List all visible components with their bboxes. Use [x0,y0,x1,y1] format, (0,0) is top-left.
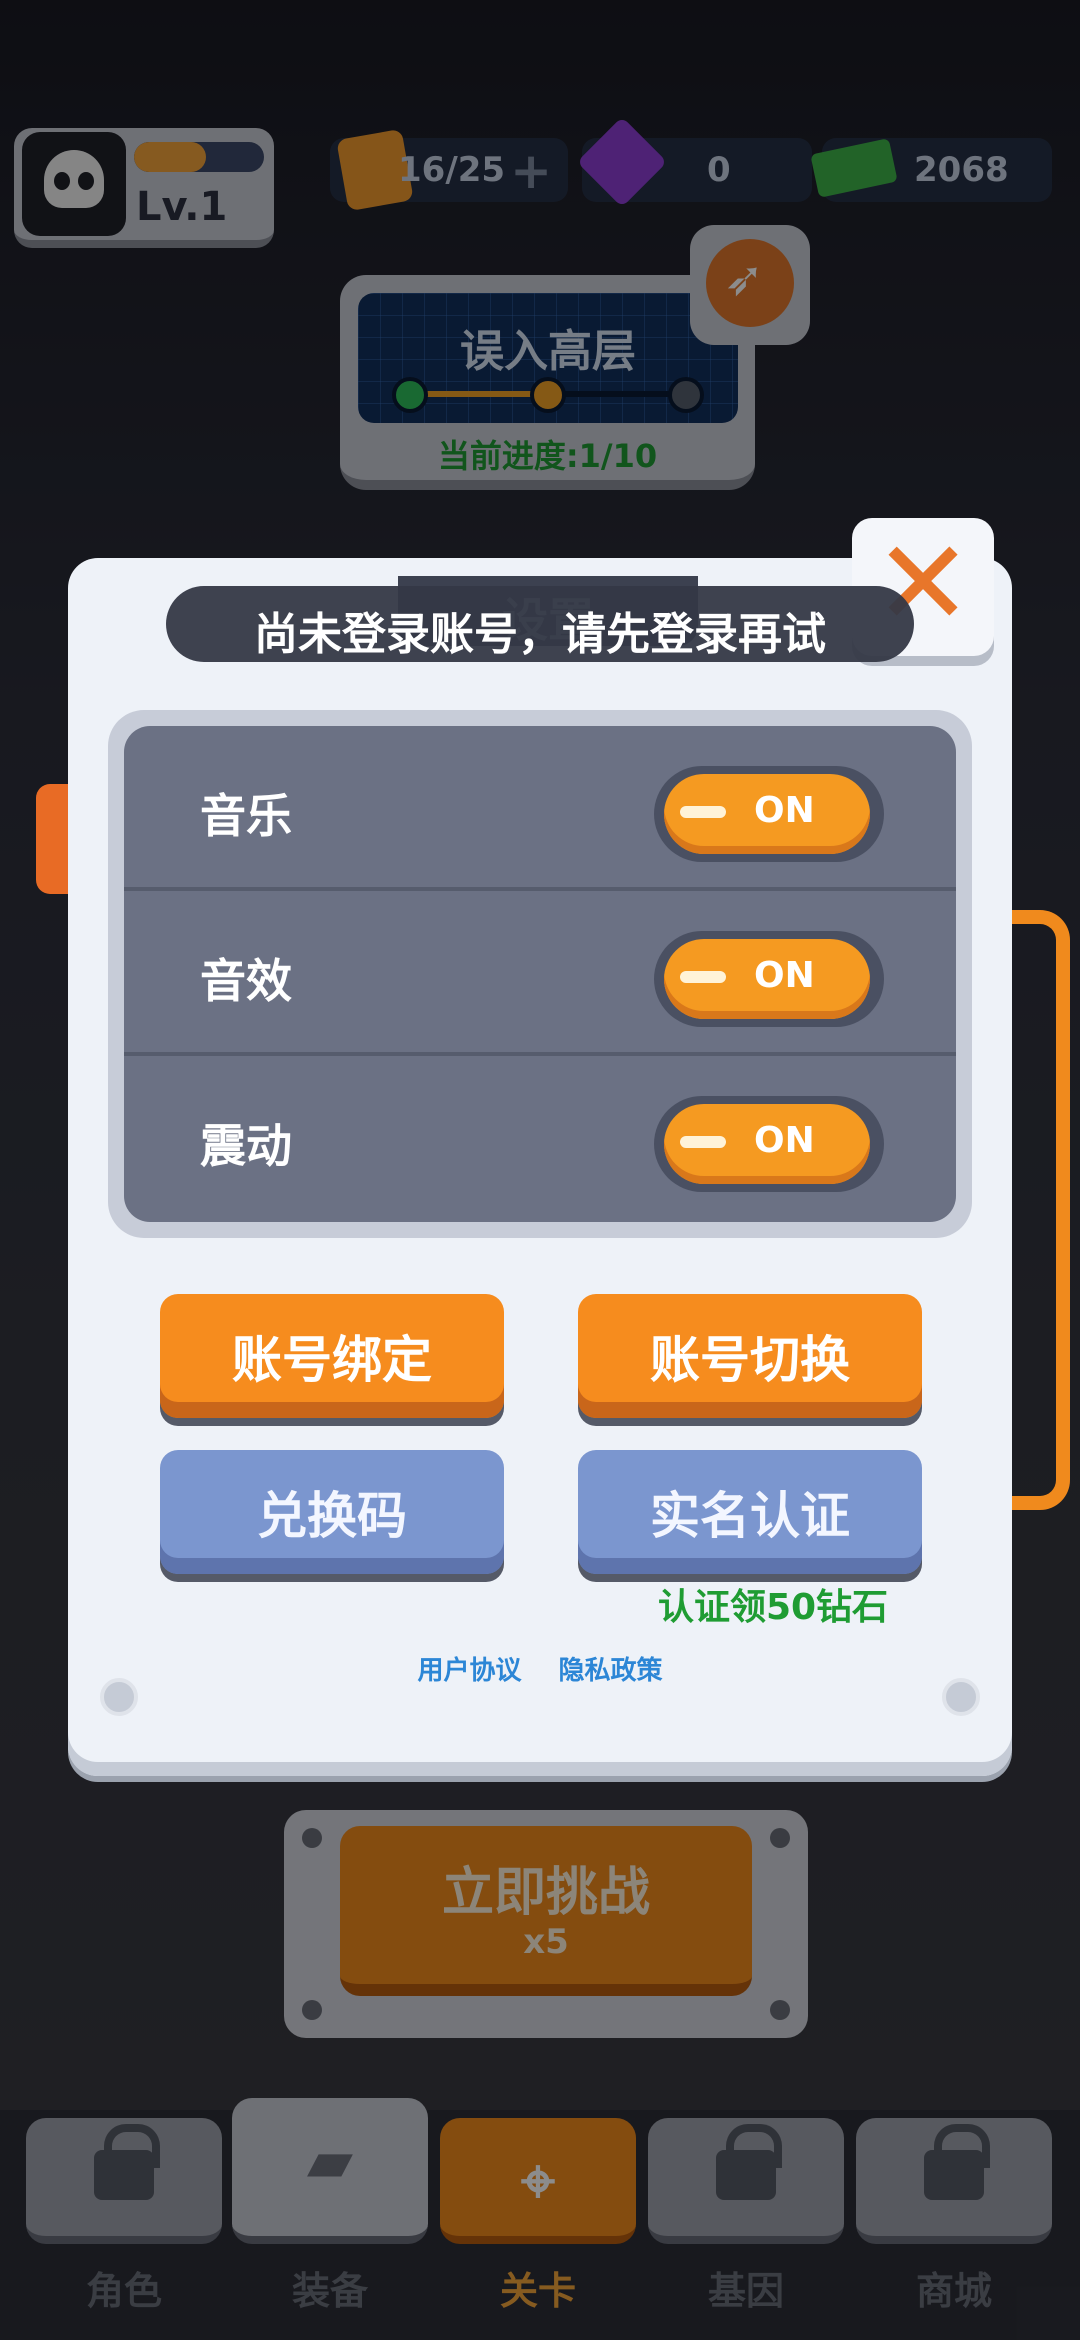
bolt-icon [942,1678,980,1716]
bind-account-button[interactable]: 账号绑定 [160,1294,504,1418]
bolt-icon [100,1678,138,1716]
legal-links: 用户协议 隐私政策 [68,1650,1012,1687]
redeem-code-button[interactable]: 兑换码 [160,1450,504,1574]
vibration-row: 震动 ON [124,1056,956,1221]
settings-dialog: 设置 音乐 ON 音效 ON [68,558,1012,1776]
music-row: 音乐 ON [124,726,956,891]
vibration-label: 震动 [200,1119,292,1173]
toggle-panel: 音乐 ON 音效 ON 震动 ON [108,710,972,1238]
sound-effects-row: 音效 ON [124,891,956,1056]
real-name-verification-button[interactable]: 实名认证 [578,1450,922,1574]
music-label: 音乐 [200,789,292,843]
switch-account-label: 账号切换 [650,1331,850,1389]
bind-account-label: 账号绑定 [232,1331,432,1389]
verification-reward: 认证领50钻石 [657,1587,889,1628]
real-name-label: 实名认证 [650,1487,850,1545]
vibration-toggle[interactable]: ON [664,1104,870,1184]
sound-effects-label: 音效 [200,954,292,1008]
toast-message: 尚未登录账号，请先登录再试 [166,586,914,662]
music-toggle[interactable]: ON [664,774,870,854]
sound-effects-toggle-state: ON [754,955,815,996]
user-agreement-link[interactable]: 用户协议 [417,1656,521,1686]
music-toggle-state: ON [754,790,815,831]
vibration-toggle-state: ON [754,1120,815,1161]
privacy-policy-link[interactable]: 隐私政策 [559,1656,663,1686]
redeem-code-label: 兑换码 [257,1487,407,1545]
dialog-rope [1012,910,1070,1510]
toast-text: 尚未登录账号，请先登录再试 [254,609,826,660]
dialog-handle [36,784,70,894]
sound-effects-toggle[interactable]: ON [664,939,870,1019]
switch-account-button[interactable]: 账号切换 [578,1294,922,1418]
